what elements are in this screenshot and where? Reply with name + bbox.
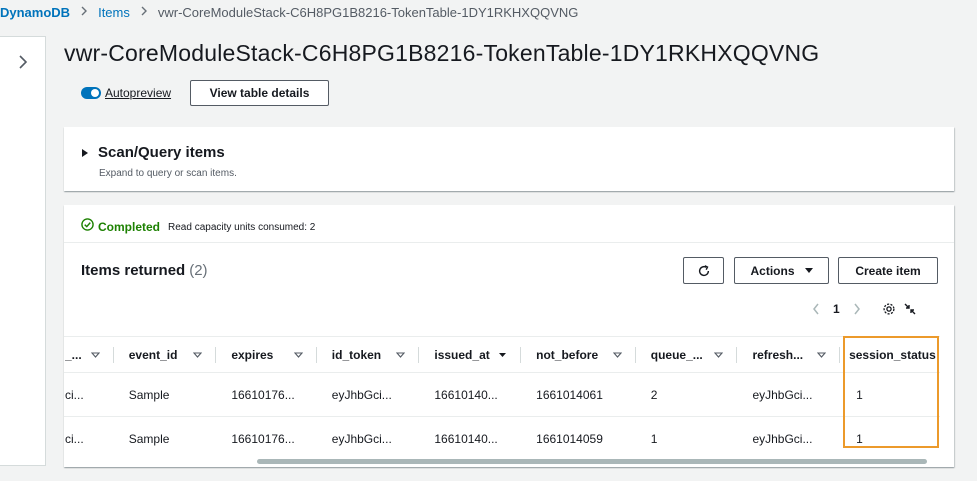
table-row[interactable]: ci... Sample 16610176... eyJhbGci... 166… <box>64 416 940 454</box>
side-panel <box>0 36 46 466</box>
refresh-button[interactable] <box>683 257 724 284</box>
column-header[interactable]: expires <box>216 336 317 373</box>
table-cell: 16610176... <box>216 372 317 417</box>
refresh-icon <box>698 264 709 276</box>
previous-page-button[interactable] <box>809 303 823 315</box>
breadcrumb-current: vwr-CoreModuleStack-C6H8PG1B8216-TokenTa… <box>157 4 579 20</box>
column-header[interactable]: not_before <box>521 336 636 373</box>
sort-caret-icon <box>396 351 406 358</box>
table-cell: 16610140... <box>419 416 522 454</box>
collapse-button[interactable] <box>904 303 916 315</box>
items-returned-label: Items returned <box>81 262 186 279</box>
sort-caret-icon <box>90 351 100 358</box>
chevron-right-icon <box>140 5 148 19</box>
table-cell: Sample <box>113 372 217 417</box>
gear-icon <box>883 303 895 315</box>
sort-caret-icon <box>612 351 622 358</box>
create-item-button[interactable]: Create item <box>838 257 938 284</box>
chevron-right-icon <box>19 55 28 69</box>
sort-caret-icon <box>817 351 827 358</box>
autopreview-toggle[interactable]: Autopreview <box>81 86 171 100</box>
caret-right-icon <box>82 148 88 157</box>
items-table-container[interactable]: _... event_id expires id_token issued_at… <box>64 336 954 454</box>
table-cell: 1661014059 <box>521 416 636 454</box>
column-header[interactable]: session_status <box>840 336 940 373</box>
breadcrumb-dynamodb-link[interactable]: DynamoDB <box>0 5 70 20</box>
status-completed: Completed <box>98 220 161 234</box>
column-header[interactable]: id_token <box>316 336 420 373</box>
column-header[interactable]: queue_... <box>635 336 738 373</box>
current-page-number[interactable]: 1 <box>833 302 840 316</box>
chevron-right-icon <box>854 303 860 315</box>
check-circle-icon <box>81 218 94 236</box>
table-cell: Sample <box>113 416 217 454</box>
scan-query-panel: Scan/Query items Expand to query or scan… <box>64 127 954 191</box>
actions-dropdown[interactable]: Actions <box>734 257 829 284</box>
table-cell: 1661014061 <box>521 372 636 417</box>
sort-caret-icon <box>714 351 724 358</box>
table-cell: ci... <box>64 372 114 417</box>
table-cell: 16610140... <box>419 372 522 417</box>
sort-caret-icon <box>293 351 303 358</box>
items-returned-heading: Items returned (2) <box>81 262 208 279</box>
table-cell: eyJhbGci... <box>737 372 841 417</box>
breadcrumb: DynamoDB Items vwr-CoreModuleStack-C6H8P… <box>0 0 977 24</box>
divider <box>64 242 954 243</box>
column-header-sorted[interactable]: issued_at <box>419 336 522 373</box>
table-cell: 1 <box>635 416 738 454</box>
table-cell: 1 <box>840 372 940 417</box>
toggle-switch[interactable] <box>81 87 101 99</box>
autopreview-label: Autopreview <box>105 86 172 100</box>
scan-query-description: Expand to query or scan items. <box>99 168 237 179</box>
settings-button[interactable] <box>882 302 896 316</box>
scan-query-title: Scan/Query items <box>98 144 225 161</box>
table-header-row: _... event_id expires id_token issued_at… <box>64 336 940 373</box>
chevron-right-icon <box>80 5 88 19</box>
page-title: vwr-CoreModuleStack-C6H8PG1B8216-TokenTa… <box>64 40 820 66</box>
view-table-details-button[interactable]: View table details <box>190 80 329 106</box>
items-results-panel: Completed Read capacity units consumed: … <box>64 205 954 467</box>
caret-down-icon <box>804 268 813 273</box>
column-header[interactable]: _... <box>64 336 114 373</box>
status-line: Completed Read capacity units consumed: … <box>81 218 315 236</box>
table-cell: 16610176... <box>216 416 317 454</box>
table-cell: eyJhbGci... <box>737 416 841 454</box>
actions-label: Actions <box>750 263 795 278</box>
pagination: 1 <box>809 298 916 320</box>
items-table: _... event_id expires id_token issued_at… <box>64 336 940 454</box>
table-cell: ci... <box>64 416 114 454</box>
next-page-button[interactable] <box>850 303 864 315</box>
horizontal-scrollbar[interactable] <box>257 459 927 464</box>
table-row[interactable]: ci... Sample 16610176... eyJhbGci... 166… <box>64 372 940 417</box>
table-cell: 1 <box>840 416 940 454</box>
breadcrumb-items-link[interactable]: Items <box>98 5 130 20</box>
table-cell: eyJhbGci... <box>316 416 420 454</box>
column-header[interactable]: event_id <box>113 336 217 373</box>
column-header[interactable]: refresh... <box>737 336 841 373</box>
expand-panel-button[interactable] <box>12 51 34 73</box>
table-cell: 2 <box>635 372 738 417</box>
sort-active-icon <box>498 352 507 358</box>
chevron-left-icon <box>813 303 819 315</box>
collapse-arrows-icon <box>904 303 916 315</box>
scan-query-expander[interactable]: Scan/Query items <box>82 144 225 161</box>
items-count: (2) <box>189 262 208 279</box>
capacity-consumed: Read capacity units consumed: 2 <box>168 221 316 233</box>
sort-caret-icon <box>193 351 203 358</box>
table-cell: eyJhbGci... <box>316 372 420 417</box>
